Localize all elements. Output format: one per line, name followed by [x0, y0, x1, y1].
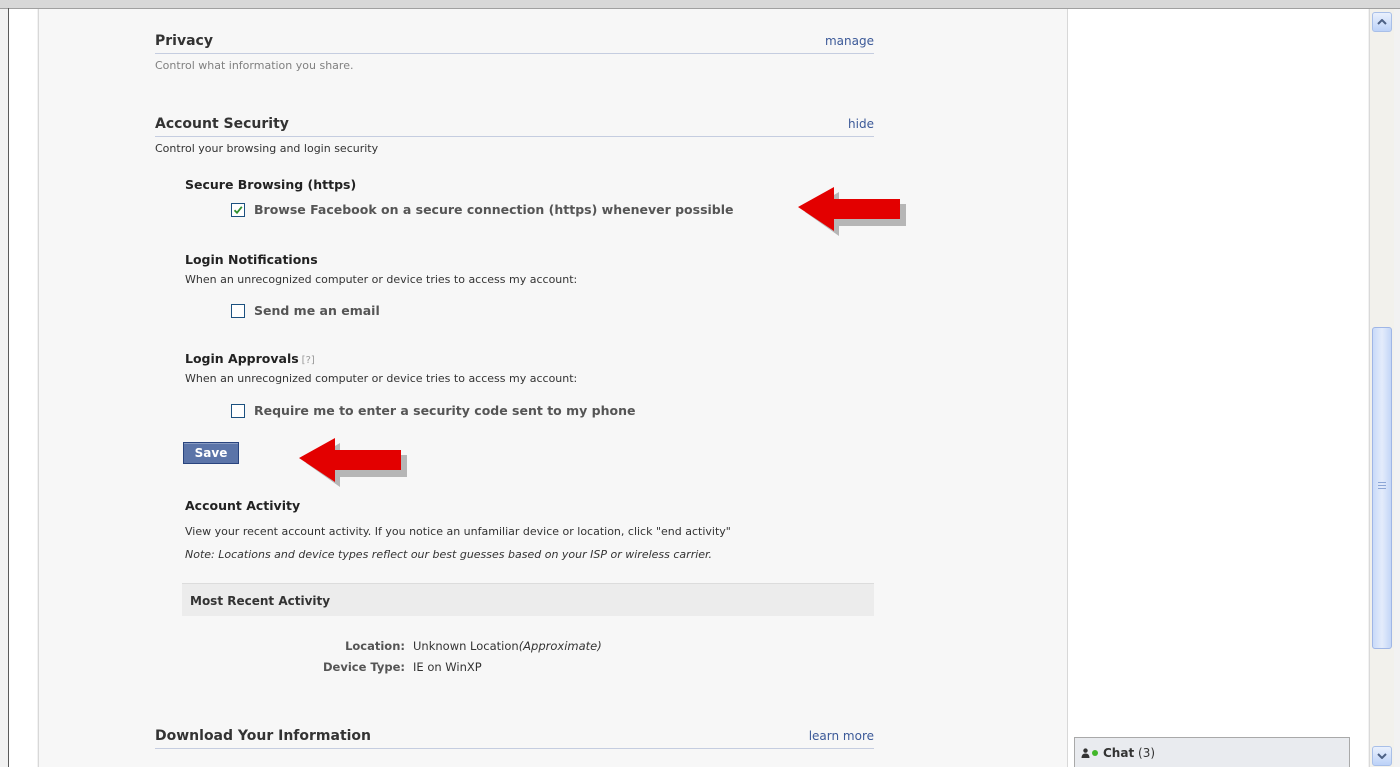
login-notifications-text: When an unrecognized computer or device …: [185, 273, 578, 286]
people-icon: [1081, 747, 1090, 758]
download-information-section: Download Your Information learn more: [155, 726, 874, 749]
download-information-title: Download Your Information: [155, 728, 372, 744]
most-recent-activity-title: Most Recent Activity: [190, 594, 331, 608]
device-type-key: Device Type:: [322, 660, 405, 674]
red-arrow-secure-browsing-icon: [798, 187, 906, 236]
account-security-header: Account Security hide: [155, 114, 874, 137]
secure-browsing-title: Secure Browsing (https): [185, 177, 357, 192]
security-code-checkbox[interactable]: [231, 403, 245, 418]
location-row: Location: Unknown Location(Approximate): [225, 639, 602, 653]
account-security-title: Account Security: [155, 116, 289, 132]
chat-label: Chat: [1103, 745, 1135, 760]
login-notifications-block: Login Notifications When an unrecognized…: [185, 252, 885, 286]
vertical-scrollbar[interactable]: [1369, 9, 1394, 767]
checkmark-icon: [233, 205, 243, 214]
email-notification-label[interactable]: Send me an email: [254, 303, 380, 318]
most-recent-activity-header: Most Recent Activity: [182, 583, 874, 616]
scroll-down-button[interactable]: [1372, 746, 1392, 766]
location-value-text: Unknown Location: [413, 639, 519, 653]
login-approvals-title-text: Login Approvals: [185, 351, 299, 366]
device-type-row: Device Type: IE on WinXP: [225, 660, 482, 674]
location-value: Unknown Location(Approximate): [413, 639, 602, 653]
location-key: Location:: [345, 639, 405, 653]
login-notifications-title: Login Notifications: [185, 252, 318, 267]
download-learn-more-link[interactable]: learn more: [809, 729, 874, 743]
login-approvals-help-link[interactable]: [?]: [302, 355, 315, 366]
account-activity-block: Account Activity View your recent accoun…: [185, 498, 885, 561]
secure-browsing-label[interactable]: Browse Facebook on a secure connection (…: [254, 202, 734, 217]
online-status-icon: [1092, 749, 1098, 756]
login-approvals-title: Login Approvals [?]: [185, 351, 885, 366]
arrow-up-icon: [1377, 19, 1387, 25]
download-information-header: Download Your Information learn more: [155, 726, 874, 749]
privacy-description: Control what information you share.: [155, 59, 354, 72]
right-column: [1068, 9, 1368, 767]
security-code-label[interactable]: Require me to enter a security code sent…: [254, 403, 635, 418]
account-security-description: Control your browsing and login security: [155, 142, 379, 155]
chat-count: (3): [1138, 745, 1156, 760]
security-code-option[interactable]: Require me to enter a security code sent…: [231, 403, 931, 418]
email-notification-option[interactable]: Send me an email: [231, 303, 931, 318]
privacy-header: Privacy manage: [155, 31, 874, 54]
account-security-hide-link[interactable]: hide: [848, 117, 874, 131]
arrow-down-icon: [1377, 753, 1387, 759]
privacy-title: Privacy: [155, 33, 213, 49]
scrollbar-thumb[interactable]: [1372, 327, 1392, 649]
account-activity-title: Account Activity: [185, 498, 301, 513]
device-type-value: IE on WinXP: [413, 660, 482, 674]
login-approvals-block: Login Approvals [?] When an unrecognized …: [185, 351, 885, 385]
account-activity-text: View your recent account activity. If yo…: [185, 525, 731, 538]
account-activity-note: Note: Locations and device types reflect…: [185, 548, 713, 561]
red-arrow-save-icon: [299, 438, 407, 487]
secure-browsing-checkbox[interactable]: [231, 202, 245, 217]
scroll-up-button[interactable]: [1372, 12, 1392, 32]
chat-bar[interactable]: Chat (3): [1074, 737, 1350, 767]
privacy-section: Privacy manage Control what information …: [155, 31, 874, 72]
save-button[interactable]: Save: [183, 442, 239, 464]
secure-browsing-block: Secure Browsing (https): [185, 177, 885, 192]
scrollbar-grip-icon: [1378, 482, 1386, 491]
left-gutter: [9, 9, 37, 767]
location-qualifier: (Approximate): [518, 639, 602, 653]
account-security-section: Account Security hide Control your brows…: [155, 114, 874, 155]
window-top-frame: [0, 0, 1400, 9]
email-notification-checkbox[interactable]: [231, 303, 245, 318]
login-approvals-text: When an unrecognized computer or device …: [185, 372, 578, 385]
privacy-manage-link[interactable]: manage: [825, 34, 874, 48]
